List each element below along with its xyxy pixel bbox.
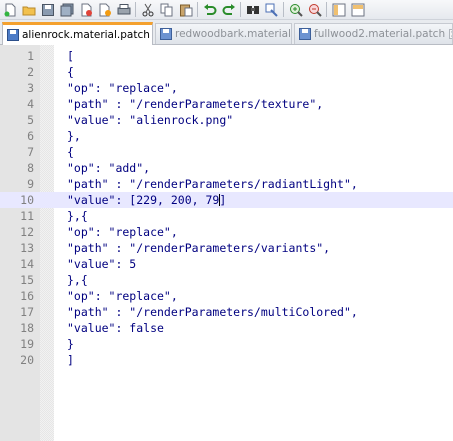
close-tab-icon[interactable]: [449, 29, 453, 39]
line-number: 12: [20, 225, 34, 239]
code-line[interactable]: 17 "path" : "/renderParameters/multiColor…: [0, 304, 453, 320]
notepad-window: alienrock.material.patch redwoodbark.mat…: [0, 0, 453, 441]
save-state-icon: [7, 29, 19, 41]
open-file-icon[interactable]: [21, 2, 37, 18]
save-icon[interactable]: [40, 2, 56, 18]
line-number: 7: [27, 145, 34, 159]
line-text: "op": "replace",: [67, 225, 178, 239]
line-text: }: [67, 337, 74, 351]
code-line[interactable]: 14 "value": 5: [0, 256, 453, 272]
toolbar-separator: [135, 2, 136, 17]
code-line[interactable]: 18 "value": false: [0, 320, 453, 336]
line-number: 18: [20, 321, 34, 335]
tab-label: fullwood2.material.patch: [314, 28, 446, 40]
new-file-icon[interactable]: [2, 2, 18, 18]
line-number: 13: [20, 241, 34, 255]
toolbar-separator: [197, 2, 198, 17]
line-number: 1: [27, 49, 34, 63]
line-text: [: [67, 49, 74, 63]
close-file-icon[interactable]: [78, 2, 94, 18]
line-text: {: [67, 145, 74, 159]
save-state-icon: [160, 28, 172, 40]
line-number: 8: [27, 161, 34, 175]
save-state-icon: [299, 28, 311, 40]
tab-label: redwoodbark.material: [175, 28, 291, 40]
toolbar-separator: [240, 2, 241, 17]
code-line[interactable]: 15 },{: [0, 272, 453, 288]
copy-icon[interactable]: [159, 2, 175, 18]
line-number: 9: [27, 177, 34, 191]
sync-horizontal-icon[interactable]: [350, 2, 366, 18]
line-text: },: [67, 129, 81, 143]
find-icon[interactable]: [245, 2, 261, 18]
line-number: 4: [27, 97, 34, 111]
code-lines: 1[2{3 "op": "replace", 4 "path" : "/renderP…: [0, 48, 453, 368]
code-line[interactable]: 9 "path" : "/renderParameters/radiantLigh…: [0, 176, 453, 192]
tab-redwoodbark[interactable]: redwoodbark.material: [155, 23, 292, 44]
line-text: "op": "add",: [67, 161, 151, 175]
line-text: "value": false: [67, 321, 164, 335]
line-text: "path" : "/renderParameters/multiColored…: [67, 305, 358, 319]
paste-icon[interactable]: [178, 2, 194, 18]
line-text: "value": 5: [67, 257, 137, 271]
tab-bar: alienrock.material.patch redwoodbark.mat…: [0, 20, 453, 45]
tab-fullwood2[interactable]: fullwood2.material.patch: [294, 23, 453, 44]
zoom-out-icon[interactable]: [307, 2, 323, 18]
line-text: {: [67, 65, 74, 79]
line-number: 2: [27, 65, 34, 79]
tab-label: alienrock.material.patch: [22, 29, 150, 41]
toolbar-separator: [283, 2, 284, 17]
tab-alienrock[interactable]: alienrock.material.patch: [2, 22, 153, 45]
code-line[interactable]: 10 "value": [229, 200, 79]: [0, 192, 453, 208]
print-icon[interactable]: [116, 2, 132, 18]
line-text: },{: [67, 209, 88, 223]
close-all-icon[interactable]: [97, 2, 113, 18]
line-number: 19: [20, 337, 34, 351]
code-line[interactable]: 4 "path" : "/renderParameters/texture",: [0, 96, 453, 112]
save-all-icon[interactable]: [59, 2, 75, 18]
line-number: 20: [20, 353, 34, 367]
code-line[interactable]: 7{: [0, 144, 453, 160]
line-text: ]: [67, 353, 74, 367]
code-line[interactable]: 16 "op": "replace",: [0, 288, 453, 304]
line-text: },{: [67, 273, 88, 287]
line-number: 5: [27, 113, 34, 127]
text-cursor: [219, 194, 221, 206]
line-text: "value": "alienrock.png": [67, 113, 234, 127]
code-line[interactable]: 2{: [0, 64, 453, 80]
line-number: 10: [20, 193, 34, 207]
code-line[interactable]: 8 "op": "add",: [0, 160, 453, 176]
cut-icon[interactable]: [140, 2, 156, 18]
line-number: 16: [20, 289, 34, 303]
line-text: "path" : "/renderParameters/variants",: [67, 241, 331, 255]
line-text: "op": "replace",: [67, 81, 178, 95]
line-number: 14: [20, 257, 34, 271]
code-line[interactable]: 3 "op": "replace",: [0, 80, 453, 96]
redo-icon[interactable]: [221, 2, 237, 18]
code-line[interactable]: 5 "value": "alienrock.png": [0, 112, 453, 128]
line-number: 6: [27, 129, 34, 143]
toolbar: [0, 0, 453, 20]
zoom-in-icon[interactable]: [288, 2, 304, 18]
text-editor[interactable]: 1[2{3 "op": "replace", 4 "path" : "/renderP…: [0, 45, 453, 441]
line-text: "op": "replace",: [67, 289, 178, 303]
code-line[interactable]: 6},: [0, 128, 453, 144]
line-number: 15: [20, 273, 34, 287]
toolbar-separator: [326, 2, 327, 17]
code-line[interactable]: 12 "op": "replace",: [0, 224, 453, 240]
sync-vertical-icon[interactable]: [331, 2, 347, 18]
line-text: "path" : "/renderParameters/radiantLight…: [67, 177, 358, 191]
undo-icon[interactable]: [202, 2, 218, 18]
code-line[interactable]: 1[: [0, 48, 453, 64]
line-text: "value": [229, 200, 79]: [67, 193, 227, 207]
line-number: 17: [20, 305, 34, 319]
code-line[interactable]: 11 },{: [0, 208, 453, 224]
line-text: "path" : "/renderParameters/texture",: [67, 97, 324, 111]
code-line[interactable]: 13 "path" : "/renderParameters/variants",: [0, 240, 453, 256]
line-number: 11: [20, 209, 34, 223]
replace-icon[interactable]: [264, 2, 280, 18]
code-line[interactable]: 19}: [0, 336, 453, 352]
line-number: 3: [27, 81, 34, 95]
code-line[interactable]: 20]: [0, 352, 453, 368]
